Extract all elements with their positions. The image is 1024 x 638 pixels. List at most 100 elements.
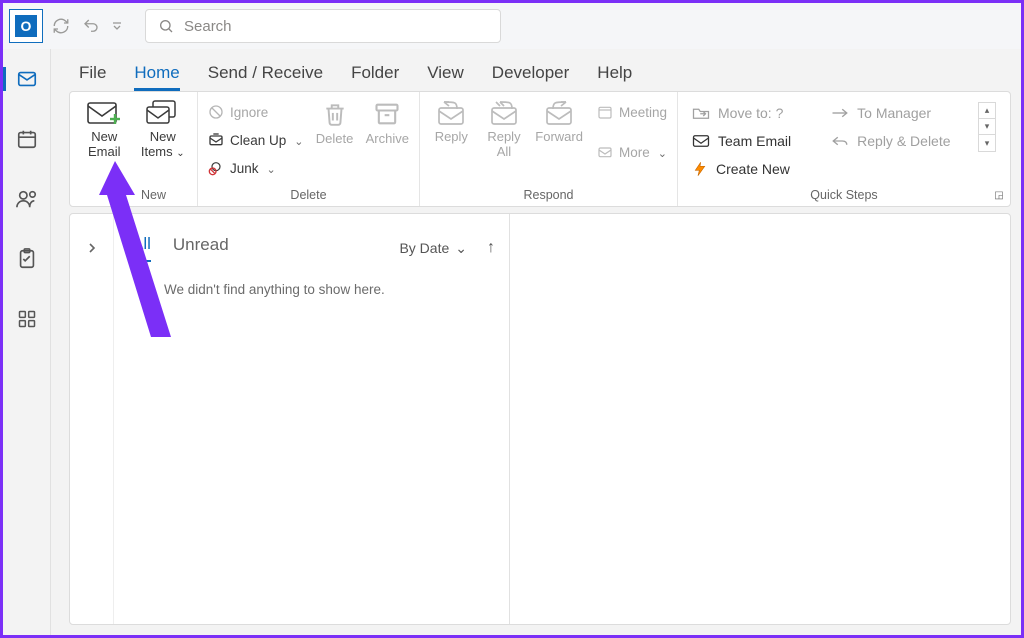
delete-label: Delete bbox=[316, 132, 354, 147]
folder-pane-collapse[interactable] bbox=[70, 214, 114, 624]
ignore-label: Ignore bbox=[230, 105, 268, 120]
group-label-delete: Delete bbox=[198, 188, 419, 202]
group-label-quicksteps: Quick Steps bbox=[678, 188, 1010, 202]
qs-move-to[interactable]: Move to: ? bbox=[692, 102, 791, 124]
forward-icon bbox=[545, 100, 573, 126]
tab-unread[interactable]: Unread bbox=[173, 235, 229, 261]
qs-expand-icon[interactable]: ▾ bbox=[979, 135, 995, 151]
new-items-button[interactable]: New Items ⌄ bbox=[139, 98, 188, 160]
quicksteps-launcher-icon[interactable]: ◲ bbox=[992, 188, 1006, 202]
new-items-label: New Items ⌄ bbox=[139, 130, 188, 160]
ribbon-group-respond: Reply Reply All Forward Meeting More bbox=[420, 92, 678, 206]
junk-button[interactable]: Junk bbox=[208, 156, 304, 180]
qs-create-new[interactable]: Create New bbox=[692, 158, 791, 180]
undo-icon[interactable] bbox=[79, 14, 103, 38]
ribbon-group-new: New Email New Items ⌄ New bbox=[70, 92, 198, 206]
junk-icon bbox=[208, 160, 224, 176]
reply-all-button[interactable]: Reply All bbox=[483, 98, 526, 160]
ignore-button[interactable]: Ignore bbox=[208, 100, 304, 124]
mail-icon bbox=[16, 68, 38, 90]
menu-folder[interactable]: Folder bbox=[351, 63, 399, 91]
arrow-right-icon bbox=[831, 107, 849, 119]
sort-button[interactable]: By Date ⌄ ↑ bbox=[399, 239, 495, 257]
cleanup-button[interactable]: Clean Up bbox=[208, 128, 304, 152]
menu-home[interactable]: Home bbox=[134, 63, 179, 91]
people-icon bbox=[15, 188, 39, 210]
new-email-label: New Email bbox=[80, 130, 129, 160]
qs-to-manager[interactable]: To Manager bbox=[831, 102, 950, 124]
ribbon: New Email New Items ⌄ New Ignore bbox=[69, 91, 1011, 207]
delete-button[interactable]: Delete bbox=[314, 98, 356, 147]
junk-label: Junk bbox=[230, 161, 259, 176]
qs-down-icon[interactable]: ▾ bbox=[979, 119, 995, 135]
more-respond-button[interactable]: More bbox=[597, 140, 667, 164]
qs-scroll-controls[interactable]: ▴ ▾ ▾ bbox=[978, 102, 996, 152]
rail-people[interactable] bbox=[3, 183, 51, 215]
delete-icon bbox=[322, 100, 348, 128]
cleanup-icon bbox=[208, 132, 224, 148]
menu-view[interactable]: View bbox=[427, 63, 464, 91]
title-bar: O bbox=[3, 3, 1021, 49]
qs-move-to-label: Move to: ? bbox=[718, 105, 783, 121]
new-items-icon bbox=[145, 100, 181, 126]
ribbon-group-quicksteps: Move to: ? Team Email Create New To Mana… bbox=[678, 92, 1010, 206]
rail-apps[interactable] bbox=[3, 303, 51, 335]
chevron-right-icon bbox=[86, 242, 98, 254]
rail-mail[interactable] bbox=[3, 63, 51, 95]
outlook-logo: O bbox=[9, 9, 43, 43]
qs-reply-delete[interactable]: Reply & Delete bbox=[831, 130, 950, 152]
reply-arrow-icon bbox=[831, 135, 849, 147]
content-area: All Unread By Date ⌄ ↑ We didn't find an… bbox=[69, 213, 1011, 625]
left-rail bbox=[3, 49, 51, 635]
reading-pane bbox=[510, 214, 1010, 624]
folder-arrow-icon bbox=[692, 106, 710, 120]
reply-all-label: Reply All bbox=[483, 130, 526, 160]
new-email-icon bbox=[87, 100, 121, 126]
menu-help[interactable]: Help bbox=[597, 63, 632, 91]
menu-developer[interactable]: Developer bbox=[492, 63, 570, 91]
new-email-button[interactable]: New Email bbox=[80, 98, 129, 160]
chevron-down-icon: ⌄ bbox=[455, 240, 467, 257]
tab-all[interactable]: All bbox=[132, 234, 151, 262]
more-label: More bbox=[619, 145, 650, 160]
qs-team-email-label: Team Email bbox=[718, 133, 791, 149]
menu-send-receive[interactable]: Send / Receive bbox=[208, 63, 323, 91]
empty-message: We didn't find anything to show here. bbox=[132, 264, 495, 297]
reply-icon bbox=[437, 100, 465, 126]
message-list-pane: All Unread By Date ⌄ ↑ We didn't find an… bbox=[114, 214, 510, 624]
reply-button[interactable]: Reply bbox=[430, 98, 473, 145]
meeting-button[interactable]: Meeting bbox=[597, 100, 667, 124]
qs-up-icon[interactable]: ▴ bbox=[979, 103, 995, 119]
sync-icon[interactable] bbox=[49, 14, 73, 38]
more-icon bbox=[597, 144, 613, 160]
rail-tasks[interactable] bbox=[3, 243, 51, 275]
search-input[interactable] bbox=[184, 18, 488, 35]
group-label-respond: Respond bbox=[420, 188, 677, 202]
qs-to-manager-label: To Manager bbox=[857, 105, 931, 121]
group-label-new: New bbox=[110, 188, 197, 202]
ignore-icon bbox=[208, 104, 224, 120]
archive-icon bbox=[373, 100, 401, 128]
reply-label: Reply bbox=[435, 130, 468, 145]
qs-create-new-label: Create New bbox=[716, 161, 790, 177]
search-box[interactable] bbox=[145, 9, 501, 43]
ribbon-group-delete: Ignore Clean Up Junk Delete Archive bbox=[198, 92, 420, 206]
mail-icon bbox=[692, 134, 710, 148]
lightning-icon bbox=[692, 161, 708, 177]
apps-icon bbox=[17, 309, 37, 329]
search-icon bbox=[158, 18, 174, 34]
archive-button[interactable]: Archive bbox=[366, 98, 409, 147]
meeting-label: Meeting bbox=[619, 105, 667, 120]
qs-team-email[interactable]: Team Email bbox=[692, 130, 791, 152]
menu-file[interactable]: File bbox=[79, 63, 106, 91]
sort-direction-icon[interactable]: ↑ bbox=[487, 239, 495, 257]
archive-label: Archive bbox=[366, 132, 409, 147]
reply-all-icon bbox=[490, 100, 518, 126]
menu-bar: File Home Send / Receive Folder View Dev… bbox=[51, 49, 1021, 91]
forward-button[interactable]: Forward bbox=[535, 98, 583, 145]
qat-dropdown-icon[interactable] bbox=[109, 14, 125, 38]
rail-calendar[interactable] bbox=[3, 123, 51, 155]
cleanup-label: Clean Up bbox=[230, 133, 286, 148]
qs-reply-delete-label: Reply & Delete bbox=[857, 133, 950, 149]
sort-label: By Date bbox=[399, 240, 449, 256]
